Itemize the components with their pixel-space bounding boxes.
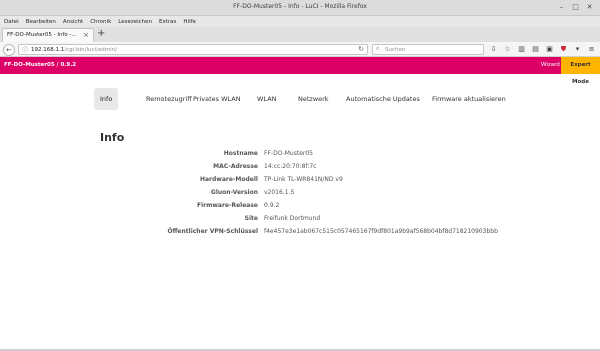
tab-automatische-updates[interactable]: Automatische Updates — [340, 88, 426, 110]
menu-hilfe[interactable]: Hilfe — [183, 19, 196, 25]
screenshot-icon[interactable]: ▣ — [545, 44, 554, 55]
reader-icon[interactable]: ▤ — [531, 44, 540, 55]
info-key: Firmware-Release — [197, 202, 258, 209]
url-path: /cgi-bin/luci/admin/ — [64, 47, 117, 53]
url-text: 192.168.1.1/cgi-bin/luci/admin/ — [31, 47, 117, 53]
info-key: Site — [244, 215, 258, 222]
info-key: Öffentlicher VPN-Schlüssel — [167, 228, 258, 235]
tab-firmware-aktualisieren[interactable]: Firmware aktualisieren — [426, 88, 512, 110]
close-window-icon[interactable]: ✕ — [585, 3, 594, 12]
star-icon[interactable]: ☆ — [503, 44, 512, 55]
info-value: TP-Link TL-WR841N/ND v9 — [264, 176, 343, 183]
menu-ansicht[interactable]: Ansicht — [63, 19, 83, 25]
info-value: Freifunk Dortmund — [264, 215, 321, 222]
menu-bearbeiten[interactable]: Bearbeiten — [26, 19, 56, 25]
luci-hostname: FF-DO-Muster05 / 0.9.2 — [4, 62, 77, 68]
wizard-link[interactable]: Wizard — [541, 62, 560, 68]
info-key: MAC-Adresse — [213, 163, 258, 170]
menu-lesezeichen[interactable]: Lesezeichen — [118, 19, 152, 25]
info-icon[interactable]: ⓘ — [22, 45, 28, 54]
info-value: 14:cc:20:70:8f:7c — [264, 163, 317, 170]
close-tab-icon[interactable]: × — [83, 31, 89, 39]
info-row: Firmware-Release 0.9.2 — [0, 202, 600, 214]
url-bar[interactable]: ⓘ 192.168.1.1/cgi-bin/luci/admin/ ↻ — [18, 44, 368, 55]
info-value: FF-DO-Muster05 — [264, 150, 313, 157]
menu-chronik[interactable]: Chronik — [90, 19, 111, 25]
menu-datei[interactable]: Datei — [4, 19, 19, 25]
url-host: 192.168.1.1 — [31, 47, 65, 53]
search-placeholder: Suchen — [385, 47, 406, 53]
search-icon: ⌕ — [376, 45, 380, 52]
info-row: Hardware-Modell TP-Link TL-WR841N/ND v9 — [0, 176, 600, 188]
menubar: Datei Bearbeiten Ansicht Chronik Lesezei… — [0, 16, 600, 27]
new-tab-button[interactable]: + — [97, 28, 105, 40]
window-titlebar: FF-DO-Muster05 - Info - LuCI - Mozilla F… — [0, 0, 600, 16]
browser-tab[interactable]: FF-DO-Muster05 - Info -... × — [2, 28, 94, 42]
info-value: v2016.1.5 — [264, 189, 295, 196]
expert-mode-button[interactable]: Expert Mode — [561, 57, 600, 85]
tab-privates-wlan[interactable]: Privates WLAN — [187, 88, 247, 110]
info-row: Gluon-Version v2016.1.5 — [0, 189, 600, 201]
info-value: 0.9.2 — [264, 202, 280, 209]
luci-nav-tabs: Info Remotezugriff Privates WLAN WLAN Ne… — [0, 88, 600, 110]
tab-info[interactable]: Info — [94, 88, 119, 110]
navigation-bar: ← ⓘ 192.168.1.1/cgi-bin/luci/admin/ ↻ ⌕ … — [0, 42, 600, 57]
tab-strip: FF-DO-Muster05 - Info -... × + — [0, 27, 600, 42]
maximize-icon[interactable]: □ — [571, 3, 580, 12]
info-row: MAC-Adresse 14:cc:20:70:8f:7c — [0, 163, 600, 175]
info-key: Gluon-Version — [210, 189, 258, 196]
shield-icon[interactable]: ⛊ — [559, 44, 568, 55]
minimize-icon[interactable]: – — [557, 3, 566, 12]
bookmarks-icon[interactable]: ▥ — [517, 44, 526, 55]
info-row: Öffentlicher VPN-Schlüssel f4e457e3e1ab0… — [0, 228, 600, 240]
back-icon[interactable]: ← — [3, 44, 15, 56]
info-value: f4e457e3e1ab067c515c057465167f9df801a9b9… — [264, 228, 498, 235]
browser-tab-label: FF-DO-Muster05 - Info -... — [7, 32, 77, 38]
search-bar[interactable]: ⌕ Suchen — [372, 44, 484, 55]
info-row: Site Freifunk Dortmund — [0, 215, 600, 227]
info-key: Hostname — [223, 150, 258, 157]
tab-wlan[interactable]: WLAN — [251, 88, 283, 110]
reload-icon[interactable]: ↻ — [358, 45, 364, 53]
menu-icon[interactable]: ≡ — [587, 44, 596, 55]
info-row: Hostname FF-DO-Muster05 — [0, 150, 600, 162]
luci-header: FF-DO-Muster05 / 0.9.2 Wizard Expert Mod… — [0, 57, 600, 85]
page-title: Info — [100, 131, 125, 144]
window-title: FF-DO-Muster05 - Info - LuCI - Mozilla F… — [233, 3, 367, 10]
menu-extras[interactable]: Extras — [159, 19, 176, 25]
download-icon[interactable]: ⇩ — [489, 44, 498, 55]
overflow-icon[interactable]: ▾ — [573, 44, 582, 55]
tab-netzwerk[interactable]: Netzwerk — [292, 88, 335, 110]
info-key: Hardware-Modell — [199, 176, 258, 183]
